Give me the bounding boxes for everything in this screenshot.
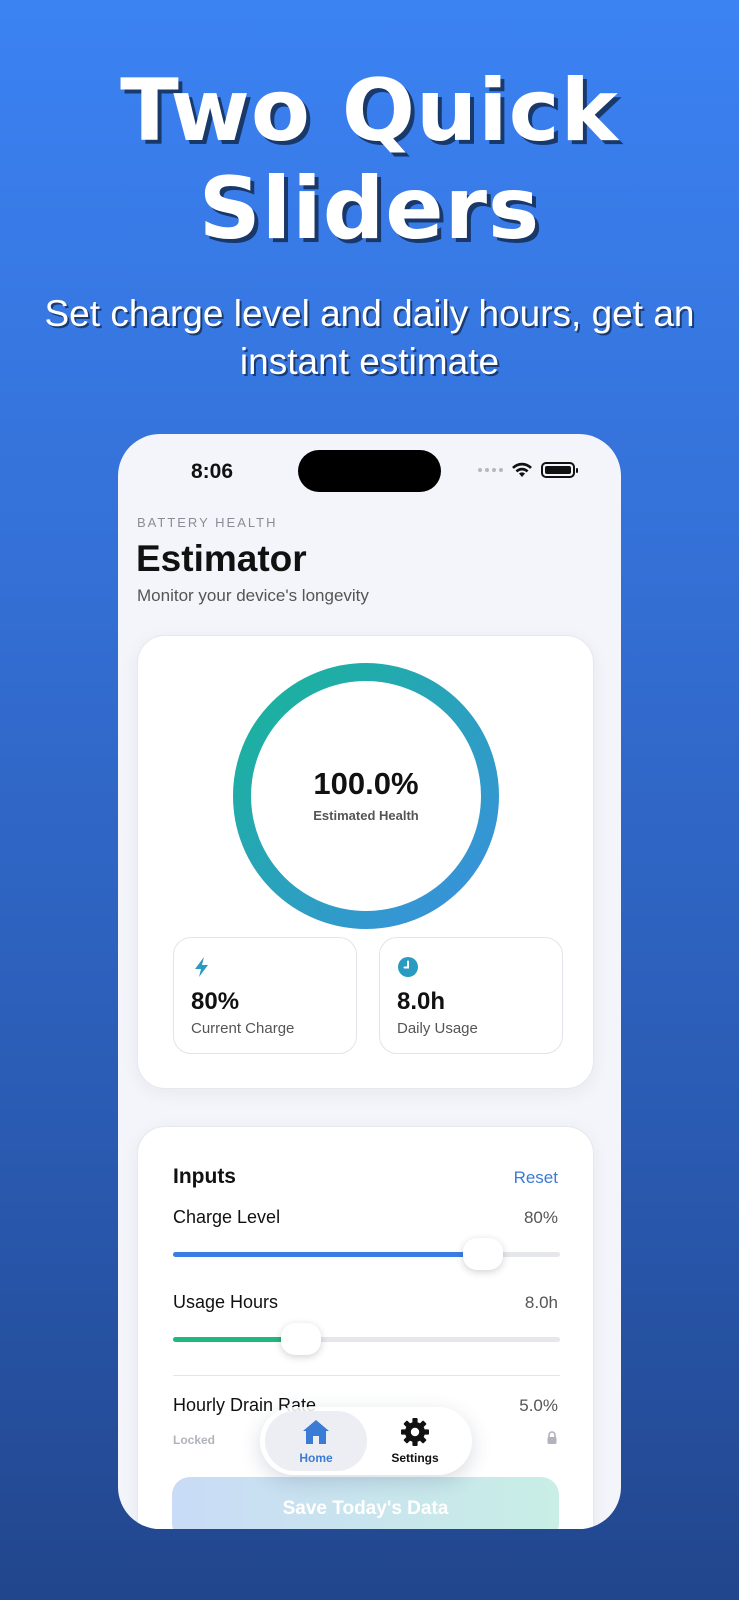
tab-settings[interactable]: Settings (364, 1411, 466, 1471)
usage-hours-slider[interactable] (173, 1323, 560, 1355)
current-charge-value: 80% (191, 988, 240, 1015)
promo-headline: Two Quick Sliders (0, 62, 739, 258)
charge-level-thumb[interactable] (462, 1238, 503, 1270)
usage-hours-thumb[interactable] (280, 1323, 321, 1355)
cellular-signal-icon (478, 468, 503, 472)
charge-level-fill (173, 1252, 483, 1257)
tab-bar: Home Settings (260, 1407, 472, 1475)
tab-home-label: Home (299, 1451, 333, 1465)
tab-settings-label: Settings (391, 1451, 439, 1465)
page-subtitle: Monitor your device's longevity (137, 586, 369, 605)
inputs-title: Inputs (173, 1165, 236, 1188)
daily-usage-stat: 8.0h Daily Usage (379, 937, 563, 1054)
daily-usage-value: 8.0h (397, 988, 446, 1015)
section-eyebrow: BATTERY HEALTH (137, 515, 278, 530)
page-title: Estimator (136, 538, 307, 579)
drain-rate-value: 5.0% (519, 1396, 558, 1415)
charge-level-value: 80% (523, 1208, 558, 1227)
drain-rate-status: Locked (173, 1433, 216, 1447)
headline-line-2: Sliders (198, 159, 541, 259)
gear-icon (401, 1418, 429, 1446)
lock-icon (547, 1431, 557, 1444)
dynamic-island (298, 450, 441, 492)
usage-hours-value: 8.0h (524, 1293, 558, 1312)
status-icons (478, 462, 578, 478)
tab-home[interactable]: Home (265, 1411, 367, 1471)
house-icon (303, 1420, 329, 1444)
headline-line-1: Two Quick (120, 61, 619, 161)
wifi-icon (512, 462, 532, 477)
clock-icon (398, 957, 418, 977)
health-value: 100.0% (313, 766, 419, 801)
current-charge-label: Current Charge (191, 1020, 295, 1037)
reset-button[interactable]: Reset (514, 1168, 558, 1188)
charge-level-label: Charge Level (173, 1207, 281, 1227)
health-card: 100.0% Estimated Health 80% Current Char… (137, 635, 594, 1089)
bolt-icon (195, 957, 208, 977)
health-label: Estimated Health (313, 808, 419, 823)
usage-hours-label: Usage Hours (173, 1292, 279, 1312)
battery-icon (541, 462, 578, 478)
phone-screen: 8:06 BATTERY HEALTH Estimator Monitor yo… (118, 434, 621, 1529)
health-ring: 100.0% Estimated Health (232, 662, 500, 930)
section-divider (173, 1375, 560, 1376)
promo-subhead: Set charge level and daily hours, get an… (44, 293, 695, 382)
daily-usage-label: Daily Usage (397, 1020, 478, 1037)
status-time: 8:06 (191, 460, 234, 483)
charge-level-slider[interactable] (173, 1238, 560, 1270)
save-data-button[interactable]: Save Today's Data (172, 1477, 559, 1529)
current-charge-stat: 80% Current Charge (173, 937, 357, 1054)
